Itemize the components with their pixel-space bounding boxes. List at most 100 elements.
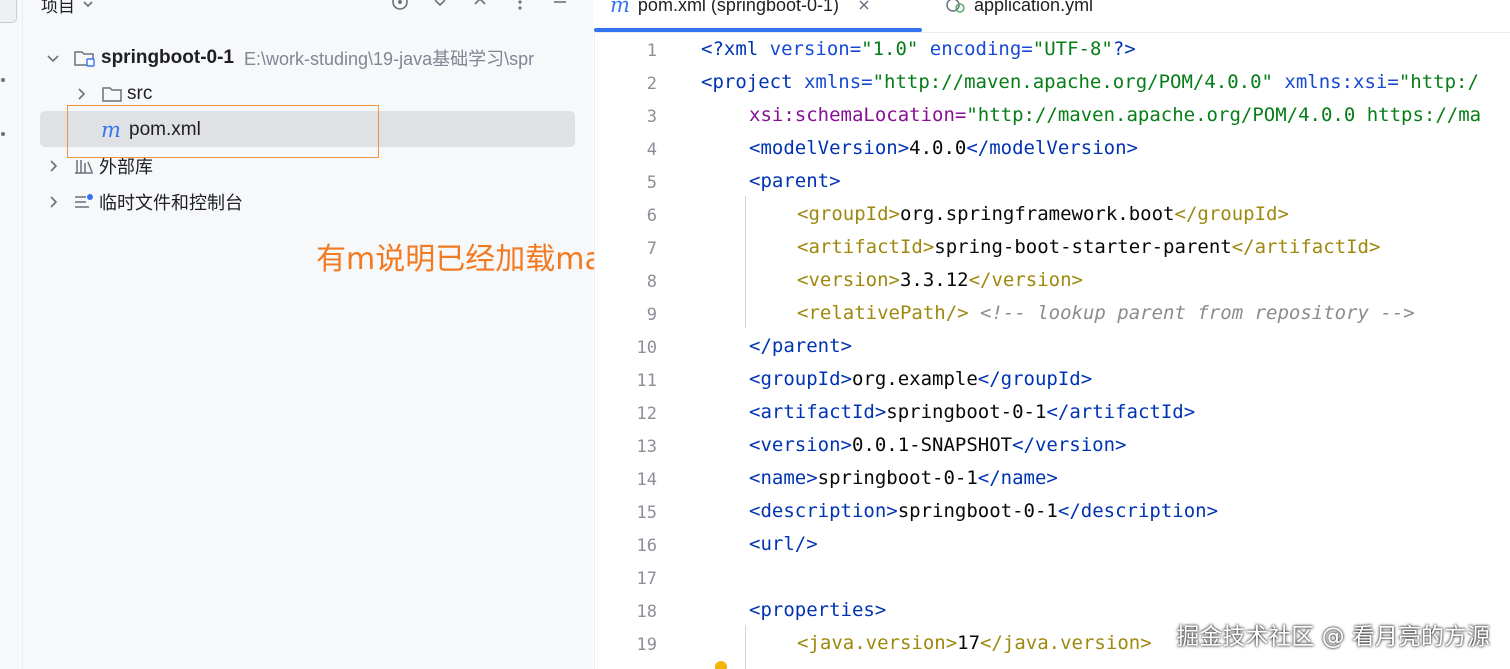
token: </version> [1012, 434, 1127, 456]
chevron-down-icon[interactable] [45, 50, 61, 66]
token: <version> [797, 269, 900, 291]
code-line-13: <version>0.0.1-SNAPSHOT</version> [749, 434, 1127, 456]
chevron-right-icon[interactable] [45, 158, 61, 174]
token: "UTF-8" [1032, 38, 1113, 60]
line-number: 15 [636, 503, 657, 523]
code-line-9: <relativePath/> <!-- lookup parent from … [797, 302, 1415, 324]
token: <!-- lookup parent from repository --> [968, 302, 1415, 324]
code-editor[interactable]: 1 2 3 4 5 6 7 8 9 10 11 12 13 14 15 16 1… [594, 33, 1510, 669]
chevron-right-icon[interactable] [73, 86, 89, 102]
token: </modelVersion> [966, 137, 1138, 159]
token: <description> [749, 500, 898, 522]
code-line-5: <parent> [749, 170, 841, 192]
tree-item-scratches[interactable]: 临时文件和控制台 [45, 185, 243, 219]
code-line-6: <groupId>org.springframework.boot</group… [797, 203, 1289, 225]
token: <artifactId> [749, 401, 887, 423]
token: 3.3.12 [899, 269, 969, 291]
tab-label: pom.xml (springboot-0-1) [637, 0, 839, 15]
code-line-10: </parent> [749, 335, 852, 357]
project-panel-header[interactable]: 项目 [41, 0, 95, 17]
panel-toolbar [389, 0, 571, 17]
token: </description> [1057, 500, 1219, 522]
token: ?> [1112, 38, 1136, 60]
code-line-19: <java.version>17</java.version> [797, 632, 1152, 654]
token: org.example [851, 368, 978, 390]
line-number: 10 [636, 338, 657, 358]
line-number: 19 [636, 635, 657, 655]
chevron-right-icon[interactable] [45, 194, 61, 210]
token: <groupId> [797, 203, 900, 225]
project-panel-title: 项目 [41, 0, 75, 17]
tab-application-yml[interactable]: application.yml [944, 0, 1093, 20]
code-line-4: <modelVersion>4.0.0</modelVersion> [749, 137, 1138, 159]
line-number: 7 [646, 239, 657, 259]
token: xsi:schemaLocation= [749, 104, 967, 126]
token: <modelVersion> [749, 137, 910, 159]
tab-label: application.yml [974, 0, 1094, 15]
indent-guide [745, 196, 746, 328]
token: </groupId> [977, 368, 1093, 390]
code-line-15: <description>springboot-0-1</description… [749, 500, 1218, 522]
code-line-16: <url/> [749, 533, 818, 555]
token: "http:/ [1398, 71, 1479, 93]
token: <version> [749, 434, 852, 456]
line-number: 3 [646, 107, 657, 127]
yaml-file-icon [946, 0, 965, 13]
token: </artifactId> [1046, 401, 1196, 423]
watermark: 掘金技术社区 @ 看月亮的方源 [1176, 624, 1490, 650]
token: </groupId> [1174, 203, 1289, 225]
line-number: 2 [646, 74, 657, 94]
token: "http://maven.apache.org/POM/4.0.0" [872, 71, 1273, 93]
code-line-8: <version>3.3.12</version> [797, 269, 1083, 291]
minimize-icon[interactable] [549, 0, 571, 17]
token: </version> [968, 269, 1083, 291]
line-number: 16 [636, 536, 657, 556]
tool-dot[interactable] [1, 132, 5, 136]
line-number: 6 [646, 206, 657, 226]
bulb-icon[interactable] [715, 661, 727, 669]
tree-root-row[interactable]: springboot-0-1 E:\work-studing\19-java基础… [45, 41, 534, 75]
token: <url/> [749, 533, 818, 555]
tree-item-label: src [127, 83, 153, 104]
scratch-icon [75, 194, 93, 208]
line-number: 1 [646, 41, 657, 61]
token: <relativePath/> [797, 302, 969, 324]
token: xmlns= [803, 71, 873, 93]
code-line-3: xsi:schemaLocation="http://maven.apache.… [749, 104, 1481, 126]
line-number: 17 [636, 569, 657, 589]
token: </artifactId> [1231, 236, 1381, 258]
token: <groupId> [749, 368, 852, 390]
line-number: 13 [636, 437, 657, 457]
folder-icon [102, 87, 122, 102]
expand-all-icon[interactable] [429, 0, 451, 17]
line-number: 12 [636, 404, 657, 424]
library-icon [75, 160, 93, 174]
code-line-12: <artifactId>springboot-0-1</artifactId> [749, 401, 1195, 423]
project-tool-button[interactable] [0, 0, 17, 23]
line-number: 4 [646, 140, 657, 160]
collapse-all-icon[interactable] [469, 0, 491, 17]
token: </name> [977, 467, 1058, 489]
token: <artifactId> [797, 236, 935, 258]
tree-item-label: 临时文件和控制台 [99, 193, 243, 214]
token: 0.0.1-SNAPSHOT [851, 434, 1013, 456]
code-line-7: <artifactId>spring-boot-starter-parent</… [797, 236, 1380, 258]
root-project-name: springboot-0-1 [101, 47, 234, 68]
token: "1.0" [861, 38, 919, 60]
tool-dot[interactable] [1, 78, 5, 82]
token: <?xml [701, 38, 770, 60]
close-icon[interactable] [857, 0, 871, 12]
maven-file-icon: m [610, 0, 630, 17]
root-project-path: E:\work-studing\19-java基础学习\spr [244, 49, 535, 69]
target-icon[interactable] [389, 0, 411, 17]
token: <java.version> [797, 632, 958, 654]
token: springboot-0-1 [886, 401, 1047, 423]
token: version= [769, 38, 862, 60]
tab-pom-xml[interactable]: m pom.xml (springboot-0-1) [610, 0, 871, 20]
token: encoding= [918, 38, 1033, 60]
token: <name> [749, 467, 818, 489]
more-options-icon[interactable] [509, 0, 531, 17]
line-number: 14 [636, 470, 657, 490]
module-folder-icon [74, 51, 95, 67]
line-number: 9 [646, 305, 657, 325]
